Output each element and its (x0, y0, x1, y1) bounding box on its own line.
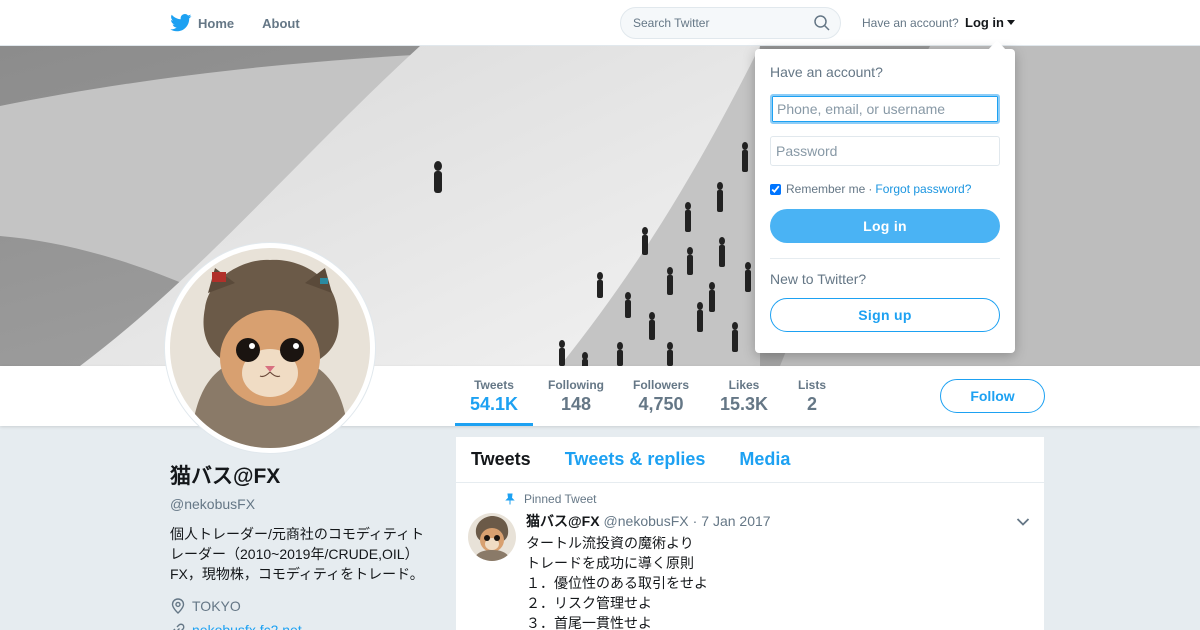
tweet-header: 猫バス@FX @nekobusFX · 7 Jan 2017 (526, 511, 1029, 531)
login-button[interactable]: Log in (770, 209, 1000, 243)
pin-icon (505, 493, 515, 505)
timeline-tabs: Tweets Tweets & replies Media (456, 437, 1044, 483)
tweet-line: ３．首尾一貫性せよ (526, 615, 652, 630)
caret-down-icon (1007, 20, 1015, 25)
stat-likes[interactable]: Likes 15.3K (712, 366, 776, 426)
dropdown-arrow (988, 40, 1006, 50)
login-dropdown-toggle[interactable]: Log in (965, 15, 1015, 30)
username-field[interactable] (770, 94, 1000, 124)
dropdown-divider (770, 258, 1000, 259)
tweet-line: タートル流投資の魔術より (526, 535, 694, 551)
tab-media[interactable]: Media (739, 449, 790, 470)
stat-followers[interactable]: Followers 4,750 (627, 366, 695, 426)
have-account-text: Have an account? (862, 16, 959, 30)
stat-label: Following (548, 378, 604, 392)
search-box (620, 7, 841, 39)
new-to-twitter-text: New to Twitter? (770, 271, 867, 287)
signup-button[interactable]: Sign up (770, 298, 1000, 332)
top-nav-bar: Home About Have an account? Log in (0, 0, 1200, 46)
nav-about-link[interactable]: About (262, 0, 300, 46)
tab-tweets[interactable]: Tweets (471, 449, 531, 470)
location-pin-icon (171, 598, 185, 614)
follow-button[interactable]: Follow (940, 379, 1045, 413)
remember-row: Remember me · Forgot password? (770, 182, 1000, 196)
tweet-line: ２．リスク管理せよ (526, 595, 652, 611)
tweet-author-handle[interactable]: @nekobusFX (604, 513, 689, 529)
nav-home-link[interactable]: Home (170, 0, 234, 46)
tweet-separator: · (692, 513, 698, 529)
login-toggle-label: Log in (965, 15, 1004, 30)
nav-left: Home About (170, 0, 328, 46)
stat-following[interactable]: Following 148 (541, 366, 611, 426)
stat-label: Likes (728, 378, 760, 392)
remember-me-label[interactable]: Remember me (786, 182, 865, 196)
chevron-down-icon[interactable] (1016, 517, 1030, 527)
pinned-tweet[interactable]: Pinned Tweet 猫バス@FX @nekobusFX · 7 Jan 2… (456, 483, 1044, 630)
forgot-password-link[interactable]: Forgot password? (875, 182, 971, 196)
timeline: Tweets Tweets & replies Media Pinned Twe… (456, 437, 1044, 630)
remember-separator: · (868, 182, 873, 196)
stat-value: 148 (560, 394, 592, 414)
profile-location: TOKYO (170, 598, 440, 614)
screen-name[interactable]: @nekobusFX (170, 496, 440, 512)
stat-value: 15.3K (719, 394, 769, 414)
twitter-bird-icon (170, 14, 192, 32)
search-input[interactable] (633, 8, 813, 38)
stat-tweets[interactable]: Tweets 54.1K (455, 366, 533, 426)
stat-value: 2 (806, 394, 817, 414)
pinned-label: Pinned Tweet (504, 492, 597, 506)
profile-info: 猫バス@FX @nekobusFX 個人トレーダー/元商社のコモディティト レー… (170, 460, 440, 630)
tweet-text: タートル流投資の魔術より トレードを成功に導く原則 １．優位性のある取引をせよ … (526, 533, 1029, 630)
profile-link-text[interactable]: nekobusfx.fc2.net (192, 622, 302, 630)
profile-avatar[interactable] (165, 243, 375, 453)
stat-value: 54.1K (469, 394, 519, 414)
pinned-text: Pinned Tweet (524, 492, 597, 506)
tweet-avatar[interactable] (468, 513, 516, 561)
tweet-author-name[interactable]: 猫バス@FX (526, 511, 600, 531)
nav-about-label: About (262, 15, 300, 31)
profile-link[interactable]: nekobusfx.fc2.net (170, 622, 440, 630)
stat-value: 4,750 (638, 394, 684, 414)
nav-home-label: Home (198, 15, 235, 31)
tweet-line: トレードを成功に導く原則 (526, 555, 694, 571)
tweet-timestamp[interactable]: 7 Jan 2017 (701, 513, 770, 529)
remember-me-checkbox[interactable] (770, 183, 781, 195)
tab-tweets-replies[interactable]: Tweets & replies (565, 449, 706, 470)
display-name: 猫バス@FX (170, 465, 281, 488)
tweet-line: １．優位性のある取引をせよ (526, 575, 708, 591)
stat-lists[interactable]: Lists 2 (792, 366, 832, 426)
cat-avatar-image (170, 248, 370, 448)
cat-avatar-image (468, 513, 516, 561)
login-dropdown: Have an account? Remember me · Forgot pa… (755, 49, 1015, 353)
profile-bio: 個人トレーダー/元商社のコモディティト レーダー（2010~2019年/CRUD… (170, 526, 425, 582)
password-field[interactable] (770, 136, 1000, 166)
search-icon[interactable] (814, 15, 830, 31)
stat-label: Followers (632, 378, 689, 392)
login-dropdown-title: Have an account? (770, 64, 883, 80)
location-text: TOKYO (192, 598, 241, 614)
stat-label: Tweets (474, 378, 514, 392)
stat-label: Lists (797, 378, 826, 392)
link-icon (173, 623, 185, 630)
